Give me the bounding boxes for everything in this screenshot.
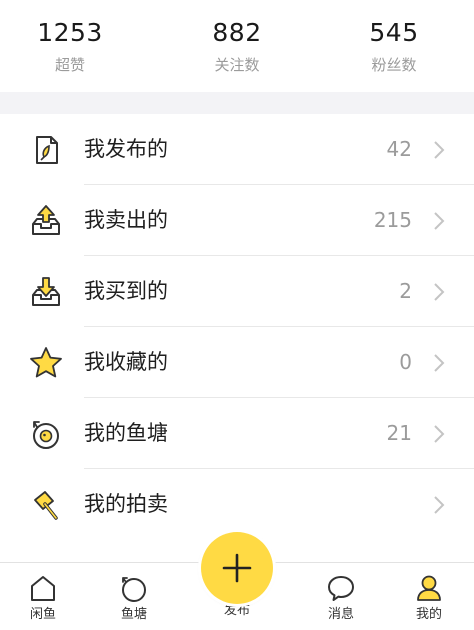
menu-item-sold[interactable]: 我卖出的 215 (0, 185, 474, 256)
menu-item-favorites[interactable]: 我收藏的 0 (0, 327, 474, 398)
star-icon (28, 345, 64, 381)
tab-fishpond[interactable]: 鱼塘 (99, 573, 169, 627)
menu-item-count: 21 (386, 421, 412, 445)
menu-item-label: 我买到的 (84, 279, 168, 303)
tab-label: 消息 (327, 607, 354, 622)
menu-item-count: 0 (399, 350, 412, 374)
plus-icon (222, 553, 252, 583)
menu-list: 我发布的 42 我卖出的 215 我买到的 2 我收藏的 0 我的鱼塘 21 我… (0, 114, 474, 540)
stat-followers-label: 粉丝数 (371, 56, 417, 74)
chat-bubble-icon (328, 576, 354, 601)
document-icon (28, 132, 64, 168)
section-divider (0, 92, 474, 114)
stat-following[interactable]: 882 关注数 (177, 14, 297, 78)
menu-item-count: 2 (399, 279, 412, 303)
stat-followers-value: 545 (369, 18, 419, 47)
profile-screen: 1253 超赞 882 关注数 545 粉丝数 我发布的 42 我卖出的 215… (0, 0, 474, 630)
chevron-right-icon (434, 141, 445, 159)
auction-hammer-icon (28, 487, 64, 523)
stats-bar: 1253 超赞 882 关注数 545 粉丝数 (0, 0, 474, 92)
menu-item-count: 215 (373, 208, 412, 232)
fishpond-icon (122, 577, 146, 602)
chevron-right-icon (434, 283, 445, 301)
stat-likes-value: 1253 (37, 18, 103, 47)
tab-messages[interactable]: 消息 (306, 573, 376, 627)
box-upload-icon (28, 203, 64, 239)
box-download-icon (28, 274, 64, 310)
menu-item-label: 我的拍卖 (84, 492, 168, 516)
chevron-right-icon (434, 425, 445, 443)
chevron-right-icon (434, 354, 445, 372)
menu-item-auction[interactable]: 我的拍卖 (0, 469, 474, 540)
stat-likes-label: 超赞 (54, 56, 85, 74)
home-icon (31, 576, 55, 601)
menu-item-published[interactable]: 我发布的 42 (0, 114, 474, 185)
profile-icon (417, 575, 441, 601)
tab-home[interactable]: 闲鱼 (8, 573, 78, 627)
fishpond-icon (28, 416, 64, 452)
chevron-right-icon (434, 496, 445, 514)
stat-followers[interactable]: 545 粉丝数 (334, 14, 454, 78)
chevron-right-icon (434, 212, 445, 230)
stat-following-label: 关注数 (214, 56, 260, 74)
menu-item-fishpond[interactable]: 我的鱼塘 21 (0, 398, 474, 469)
menu-item-label: 我发布的 (84, 137, 168, 161)
publish-button[interactable] (201, 532, 273, 604)
menu-item-label: 我的鱼塘 (84, 421, 168, 445)
tab-label: 闲鱼 (29, 607, 56, 622)
stat-likes[interactable]: 1253 超赞 (10, 14, 130, 78)
menu-item-count: 42 (386, 137, 412, 161)
tab-label: 鱼塘 (120, 607, 147, 622)
tab-label: 我的 (415, 607, 442, 622)
menu-item-label: 我卖出的 (84, 208, 168, 232)
menu-item-label: 我收藏的 (84, 350, 168, 374)
stat-following-value: 882 (212, 18, 262, 47)
tab-mine[interactable]: 我的 (394, 573, 464, 627)
menu-item-bought[interactable]: 我买到的 2 (0, 256, 474, 327)
